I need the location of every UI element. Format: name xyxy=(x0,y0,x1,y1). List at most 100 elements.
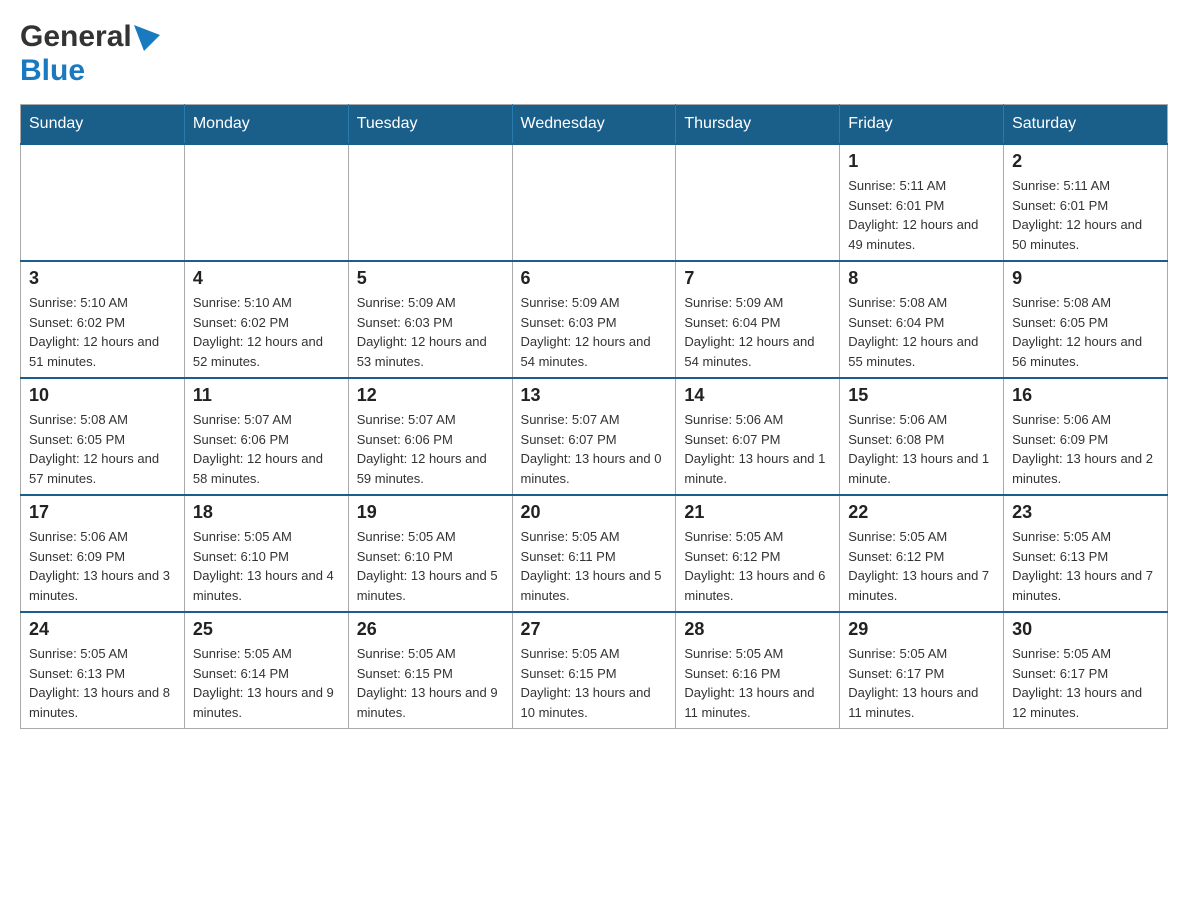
day-info: Sunrise: 5:05 AM Sunset: 6:17 PM Dayligh… xyxy=(848,644,995,722)
calendar-cell: 8Sunrise: 5:08 AM Sunset: 6:04 PM Daylig… xyxy=(840,261,1004,378)
weekday-header-tuesday: Tuesday xyxy=(348,105,512,145)
day-number: 28 xyxy=(684,619,831,640)
day-number: 4 xyxy=(193,268,340,289)
calendar-week-row: 3 Sunrise: 5:10 AM Sunset: 6:02 PM Daylig… xyxy=(21,261,1168,378)
day-info: Sunrise: 5:07 AM Sunset: 6:06 PM Dayligh… xyxy=(193,410,340,488)
calendar-cell: 16 Sunrise: 5:06 AM Sunset: 6:09 PM Dayli… xyxy=(1004,378,1168,495)
day-info: Sunrise: 5:06 AM Sunset: 6:09 PM Dayligh… xyxy=(29,527,176,605)
calendar-cell: 19 Sunrise: 5:05 AM Sunset: 6:10 PM Dayli… xyxy=(348,495,512,612)
calendar-week-row: 17 Sunrise: 5:06 AM Sunset: 6:09 PM Dayli… xyxy=(21,495,1168,612)
day-info: Sunrise: 5:05 AM Sunset: 6:16 PM Dayligh… xyxy=(684,644,831,722)
calendar-cell: 29 Sunrise: 5:05 AM Sunset: 6:17 PM Dayli… xyxy=(840,612,1004,729)
day-number: 11 xyxy=(193,385,340,406)
day-info: Sunrise: 5:05 AM Sunset: 6:17 PM Dayligh… xyxy=(1012,644,1159,722)
logo-blue-text: Blue xyxy=(20,54,85,87)
day-number: 3 xyxy=(29,268,176,289)
day-number: 19 xyxy=(357,502,504,523)
calendar-table: SundayMondayTuesdayWednesdayThursdayFrid… xyxy=(20,104,1168,729)
calendar-cell: 14Sunrise: 5:06 AM Sunset: 6:07 PM Dayli… xyxy=(676,378,840,495)
day-number: 13 xyxy=(521,385,668,406)
calendar-cell: 30 Sunrise: 5:05 AM Sunset: 6:17 PM Dayli… xyxy=(1004,612,1168,729)
calendar-cell xyxy=(184,144,348,261)
day-number: 16 xyxy=(1012,385,1159,406)
day-number: 14 xyxy=(684,385,831,406)
calendar-cell: 1Sunrise: 5:11 AM Sunset: 6:01 PM Daylig… xyxy=(840,144,1004,261)
day-number: 6 xyxy=(521,268,668,289)
day-number: 25 xyxy=(193,619,340,640)
day-info: Sunrise: 5:07 AM Sunset: 6:07 PM Dayligh… xyxy=(521,410,668,488)
day-number: 24 xyxy=(29,619,176,640)
day-info: Sunrise: 5:05 AM Sunset: 6:15 PM Dayligh… xyxy=(357,644,504,722)
logo-general-text: General xyxy=(20,20,132,54)
calendar-header: SundayMondayTuesdayWednesdayThursdayFrid… xyxy=(21,105,1168,145)
weekday-header-sunday: Sunday xyxy=(21,105,185,145)
calendar-cell: 24Sunrise: 5:05 AM Sunset: 6:13 PM Dayli… xyxy=(21,612,185,729)
calendar-cell: 22 Sunrise: 5:05 AM Sunset: 6:12 PM Dayli… xyxy=(840,495,1004,612)
day-number: 22 xyxy=(848,502,995,523)
calendar-cell: 13 Sunrise: 5:07 AM Sunset: 6:07 PM Dayli… xyxy=(512,378,676,495)
calendar-cell: 17 Sunrise: 5:06 AM Sunset: 6:09 PM Dayli… xyxy=(21,495,185,612)
calendar-cell: 15Sunrise: 5:06 AM Sunset: 6:08 PM Dayli… xyxy=(840,378,1004,495)
day-number: 26 xyxy=(357,619,504,640)
day-number: 5 xyxy=(357,268,504,289)
logo: General Blue xyxy=(20,20,160,88)
calendar-week-row: 1Sunrise: 5:11 AM Sunset: 6:01 PM Daylig… xyxy=(21,144,1168,261)
weekday-header-wednesday: Wednesday xyxy=(512,105,676,145)
calendar-cell: 10Sunrise: 5:08 AM Sunset: 6:05 PM Dayli… xyxy=(21,378,185,495)
day-number: 30 xyxy=(1012,619,1159,640)
day-info: Sunrise: 5:10 AM Sunset: 6:02 PM Dayligh… xyxy=(193,293,340,371)
calendar-cell: 5 Sunrise: 5:09 AM Sunset: 6:03 PM Daylig… xyxy=(348,261,512,378)
calendar-cell: 2 Sunrise: 5:11 AM Sunset: 6:01 PM Daylig… xyxy=(1004,144,1168,261)
calendar-week-row: 24Sunrise: 5:05 AM Sunset: 6:13 PM Dayli… xyxy=(21,612,1168,729)
day-info: Sunrise: 5:05 AM Sunset: 6:14 PM Dayligh… xyxy=(193,644,340,722)
calendar-cell: 26 Sunrise: 5:05 AM Sunset: 6:15 PM Dayli… xyxy=(348,612,512,729)
weekday-header-monday: Monday xyxy=(184,105,348,145)
day-info: Sunrise: 5:10 AM Sunset: 6:02 PM Dayligh… xyxy=(29,293,176,371)
day-info: Sunrise: 5:11 AM Sunset: 6:01 PM Dayligh… xyxy=(1012,176,1159,254)
calendar-cell: 9 Sunrise: 5:08 AM Sunset: 6:05 PM Daylig… xyxy=(1004,261,1168,378)
weekday-header-friday: Friday xyxy=(840,105,1004,145)
calendar-cell: 6 Sunrise: 5:09 AM Sunset: 6:03 PM Daylig… xyxy=(512,261,676,378)
calendar-cell xyxy=(21,144,185,261)
day-info: Sunrise: 5:11 AM Sunset: 6:01 PM Dayligh… xyxy=(848,176,995,254)
day-info: Sunrise: 5:05 AM Sunset: 6:10 PM Dayligh… xyxy=(193,527,340,605)
day-number: 21 xyxy=(684,502,831,523)
day-number: 10 xyxy=(29,385,176,406)
day-info: Sunrise: 5:05 AM Sunset: 6:10 PM Dayligh… xyxy=(357,527,504,605)
day-info: Sunrise: 5:07 AM Sunset: 6:06 PM Dayligh… xyxy=(357,410,504,488)
calendar-body: 1Sunrise: 5:11 AM Sunset: 6:01 PM Daylig… xyxy=(21,144,1168,729)
day-number: 18 xyxy=(193,502,340,523)
day-number: 17 xyxy=(29,502,176,523)
weekday-header-thursday: Thursday xyxy=(676,105,840,145)
calendar-cell: 25 Sunrise: 5:05 AM Sunset: 6:14 PM Dayli… xyxy=(184,612,348,729)
day-number: 9 xyxy=(1012,268,1159,289)
day-number: 12 xyxy=(357,385,504,406)
day-info: Sunrise: 5:09 AM Sunset: 6:03 PM Dayligh… xyxy=(357,293,504,371)
calendar-cell xyxy=(348,144,512,261)
day-number: 20 xyxy=(521,502,668,523)
calendar-cell: 28 Sunrise: 5:05 AM Sunset: 6:16 PM Dayli… xyxy=(676,612,840,729)
day-number: 2 xyxy=(1012,151,1159,172)
calendar-cell xyxy=(676,144,840,261)
calendar-cell: 20Sunrise: 5:05 AM Sunset: 6:11 PM Dayli… xyxy=(512,495,676,612)
calendar-cell: 7 Sunrise: 5:09 AM Sunset: 6:04 PM Daylig… xyxy=(676,261,840,378)
calendar-cell xyxy=(512,144,676,261)
page-header: General Blue xyxy=(20,20,1168,88)
calendar-cell: 27Sunrise: 5:05 AM Sunset: 6:15 PM Dayli… xyxy=(512,612,676,729)
day-number: 15 xyxy=(848,385,995,406)
day-number: 27 xyxy=(521,619,668,640)
day-info: Sunrise: 5:08 AM Sunset: 6:05 PM Dayligh… xyxy=(1012,293,1159,371)
day-number: 7 xyxy=(684,268,831,289)
weekday-header-saturday: Saturday xyxy=(1004,105,1168,145)
calendar-week-row: 10Sunrise: 5:08 AM Sunset: 6:05 PM Dayli… xyxy=(21,378,1168,495)
day-info: Sunrise: 5:06 AM Sunset: 6:09 PM Dayligh… xyxy=(1012,410,1159,488)
day-info: Sunrise: 5:05 AM Sunset: 6:12 PM Dayligh… xyxy=(848,527,995,605)
logo-arrow-icon xyxy=(134,25,160,51)
day-number: 29 xyxy=(848,619,995,640)
calendar-cell: 21Sunrise: 5:05 AM Sunset: 6:12 PM Dayli… xyxy=(676,495,840,612)
day-info: Sunrise: 5:09 AM Sunset: 6:03 PM Dayligh… xyxy=(521,293,668,371)
calendar-cell: 4 Sunrise: 5:10 AM Sunset: 6:02 PM Daylig… xyxy=(184,261,348,378)
day-info: Sunrise: 5:09 AM Sunset: 6:04 PM Dayligh… xyxy=(684,293,831,371)
day-number: 23 xyxy=(1012,502,1159,523)
calendar-cell: 12 Sunrise: 5:07 AM Sunset: 6:06 PM Dayli… xyxy=(348,378,512,495)
